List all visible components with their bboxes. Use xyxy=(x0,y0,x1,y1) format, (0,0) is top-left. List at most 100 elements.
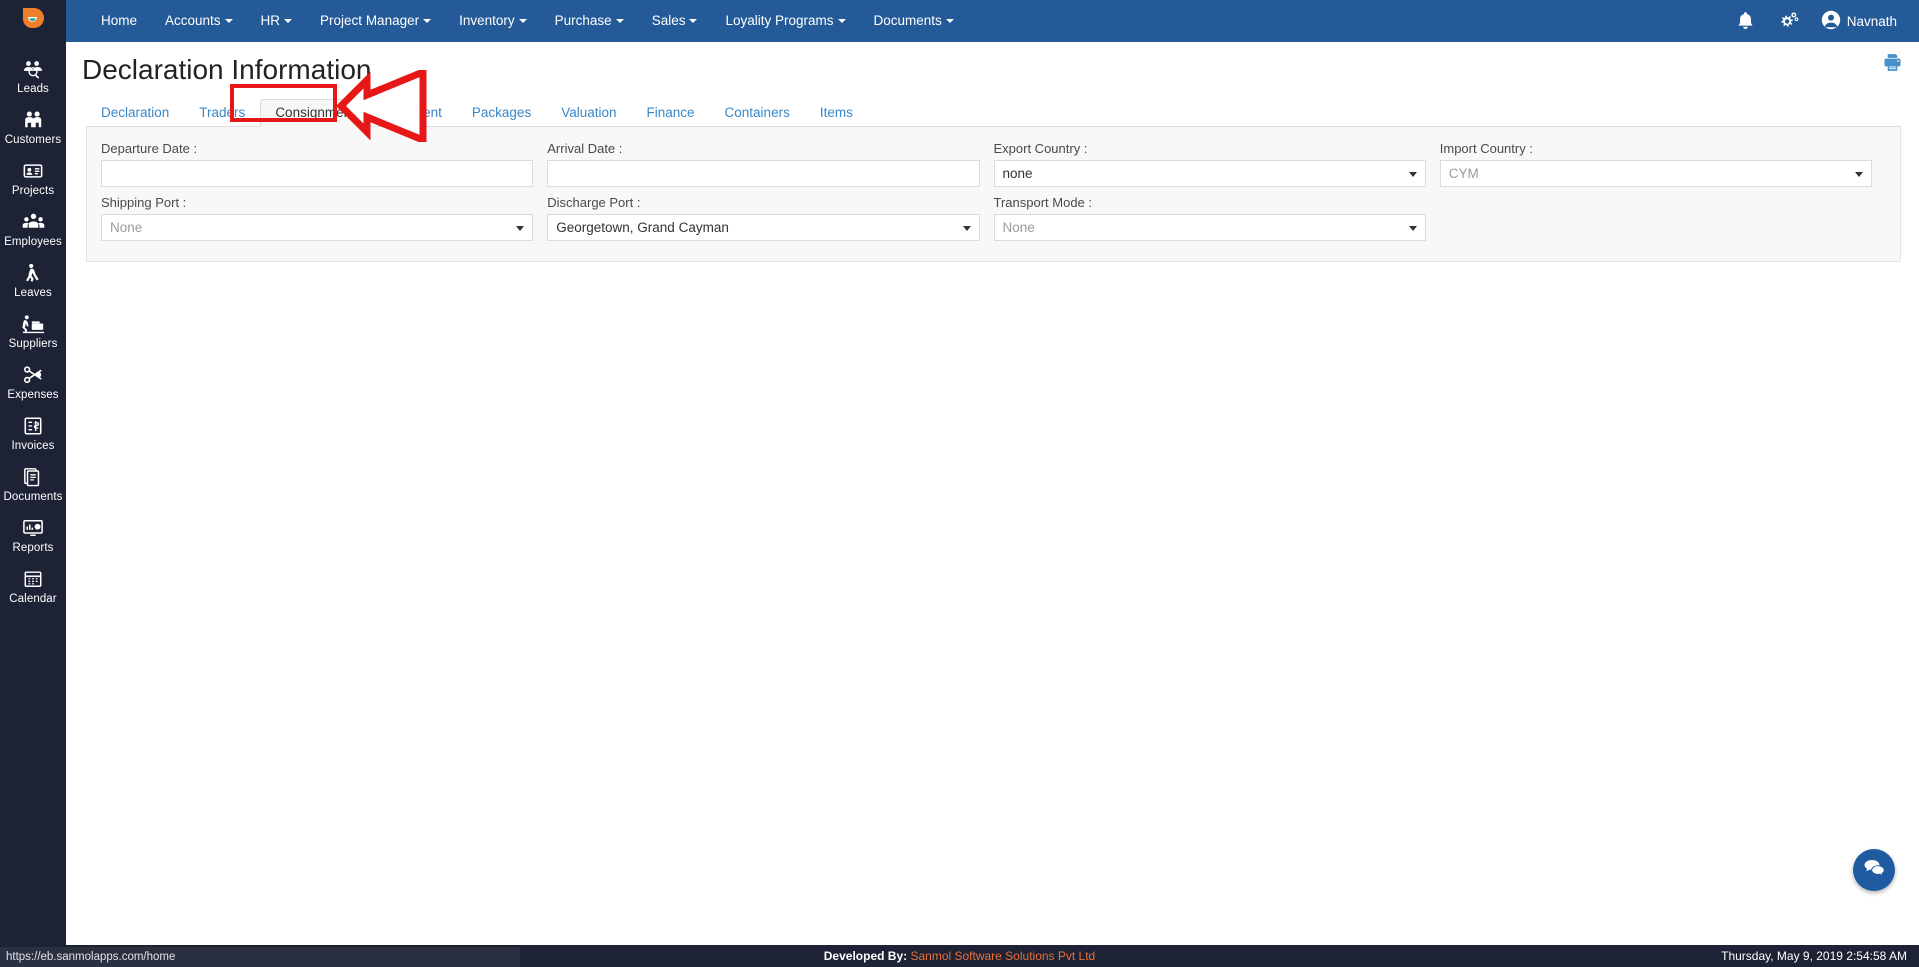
select-value: Georgetown, Grand Cayman xyxy=(556,220,729,235)
tab-label: Packages xyxy=(471,105,532,120)
sidebar-item-label: Reports xyxy=(12,542,54,554)
sidebar-item-projects[interactable]: Projects xyxy=(0,152,66,203)
consignment-form-panel: Departure Date : Arrival Date : Export C… xyxy=(86,127,1901,262)
gears-icon[interactable] xyxy=(1777,11,1799,31)
tab-shipment[interactable]: Shipment xyxy=(370,99,457,127)
sidebar-item-employees[interactable]: Employees xyxy=(0,203,66,254)
sidebar-item-label: Leads xyxy=(17,83,49,95)
field-shipping-port: Shipping Port : None xyxy=(101,191,547,245)
expenses-icon xyxy=(0,363,66,386)
chat-support-button[interactable] xyxy=(1853,849,1895,891)
tab-valuation[interactable]: Valuation xyxy=(546,99,631,127)
field-label: Shipping Port : xyxy=(101,195,187,210)
tab-label: Containers xyxy=(724,105,790,120)
chat-bubbles-icon xyxy=(1863,858,1886,883)
nav-item-home[interactable]: Home xyxy=(87,0,151,42)
tab-declaration[interactable]: Declaration xyxy=(86,99,184,127)
chevron-down-icon xyxy=(1855,171,1863,177)
chevron-down-icon xyxy=(516,225,525,231)
bell-icon[interactable] xyxy=(1736,11,1755,31)
field-discharge-port: Discharge Port : Georgetown, Grand Cayma… xyxy=(547,191,993,245)
nav-item-purchase[interactable]: Purchase xyxy=(541,0,638,42)
left-sidebar: Leads Customers Projects Employees Leave… xyxy=(0,0,66,967)
sidebar-item-leaves[interactable]: Leaves xyxy=(0,254,66,305)
nav-item-label: Sales xyxy=(651,13,686,28)
discharge-port-select[interactable]: Georgetown, Grand Cayman xyxy=(547,214,980,241)
nav-item-hr[interactable]: HR xyxy=(247,0,307,42)
sidebar-item-suppliers[interactable]: Suppliers xyxy=(0,305,66,356)
chevron-down-icon xyxy=(224,19,233,23)
tab-label: Finance xyxy=(646,105,695,120)
tab-consignment[interactable]: Consignment xyxy=(260,99,370,127)
nav-item-documents[interactable]: Documents xyxy=(860,0,968,42)
tab-label: Declaration xyxy=(101,105,170,120)
field-label: Export Country : xyxy=(993,141,1088,156)
sidebar-item-label: Customers xyxy=(4,134,62,146)
chevron-down-icon xyxy=(518,19,527,23)
field-transport-mode: Transport Mode : None xyxy=(993,191,1440,245)
documents-icon xyxy=(0,465,66,488)
nav-item-project-manager[interactable]: Project Manager xyxy=(306,0,445,42)
sidebar-item-reports[interactable]: Reports xyxy=(0,509,66,560)
tab-packages[interactable]: Packages xyxy=(457,99,546,127)
sidebar-item-calendar[interactable]: Calendar xyxy=(0,560,66,611)
sidebar-item-customers[interactable]: Customers xyxy=(0,101,66,152)
sidebar-item-label: Expenses xyxy=(7,389,59,401)
tab-finance[interactable]: Finance xyxy=(632,99,710,127)
departure-date-input[interactable] xyxy=(101,160,534,187)
app-logo[interactable] xyxy=(0,0,66,42)
footer-company-link[interactable]: Sanmol Software Solutions Pvt Ltd xyxy=(910,949,1095,963)
user-menu[interactable]: Navnath xyxy=(1821,10,1897,33)
export-country-select[interactable]: none xyxy=(993,160,1426,187)
sidebar-item-label: Employees xyxy=(4,236,62,248)
footer-developed-by-label: Developed By: xyxy=(823,949,908,963)
nav-item-label: Project Manager xyxy=(320,13,420,28)
chevron-down-icon xyxy=(615,19,624,23)
field-departure-date: Departure Date : xyxy=(101,137,547,191)
sidebar-item-documents[interactable]: Documents xyxy=(0,458,66,509)
form-row-1: Departure Date : Arrival Date : Export C… xyxy=(101,137,1886,191)
shipping-port-select[interactable]: None xyxy=(101,214,534,241)
select-value: CYM xyxy=(1448,166,1479,181)
sidebar-item-expenses[interactable]: Expenses xyxy=(0,356,66,407)
field-import-country: Import Country : CYM xyxy=(1439,137,1886,191)
reports-icon xyxy=(0,516,66,539)
select-value: None xyxy=(110,220,143,235)
user-name: Navnath xyxy=(1846,13,1897,29)
form-spacer xyxy=(1440,191,1886,245)
nav-item-label: Loyality Programs xyxy=(725,13,834,28)
sidebar-item-label: Documents xyxy=(3,491,63,503)
tab-containers[interactable]: Containers xyxy=(710,99,805,127)
chevron-down-icon xyxy=(837,19,846,23)
customers-icon xyxy=(0,108,66,131)
sidebar-item-label: Invoices xyxy=(11,440,55,452)
sidebar-item-invoices[interactable]: Invoices xyxy=(0,407,66,458)
tab-label: Shipment xyxy=(384,105,442,120)
field-label: Transport Mode : xyxy=(993,195,1093,210)
import-country-select[interactable]: CYM xyxy=(1439,160,1872,187)
field-label: Arrival Date : xyxy=(547,141,623,156)
tab-traders[interactable]: Traders xyxy=(184,99,260,127)
browser-status-url: https://eb.sanmolapps.com/home xyxy=(0,947,520,967)
chevron-down-icon xyxy=(962,225,971,231)
sidebar-item-label: Calendar xyxy=(9,593,57,605)
suppliers-icon xyxy=(0,312,66,335)
nav-item-label: Purchase xyxy=(554,13,612,28)
tab-label: Consignment xyxy=(275,105,355,120)
nav-item-sales[interactable]: Sales xyxy=(638,0,712,42)
sidebar-item-label: Projects xyxy=(11,185,55,197)
sidebar-item-label: Suppliers xyxy=(8,338,58,350)
tab-items[interactable]: Items xyxy=(805,99,868,127)
chevron-down-icon xyxy=(689,19,698,23)
invoices-icon xyxy=(0,414,66,437)
transport-mode-select[interactable]: None xyxy=(993,214,1426,241)
page-title: Declaration Information xyxy=(82,54,372,85)
tab-label: Valuation xyxy=(561,105,617,120)
chevron-down-icon xyxy=(1408,171,1417,177)
nav-item-loyality-programs[interactable]: Loyality Programs xyxy=(711,0,859,42)
nav-item-inventory[interactable]: Inventory xyxy=(445,0,541,42)
nav-item-accounts[interactable]: Accounts xyxy=(151,0,247,42)
sidebar-item-leads[interactable]: Leads xyxy=(0,50,66,101)
arrival-date-input[interactable] xyxy=(547,160,980,187)
printer-icon[interactable] xyxy=(1882,52,1903,73)
